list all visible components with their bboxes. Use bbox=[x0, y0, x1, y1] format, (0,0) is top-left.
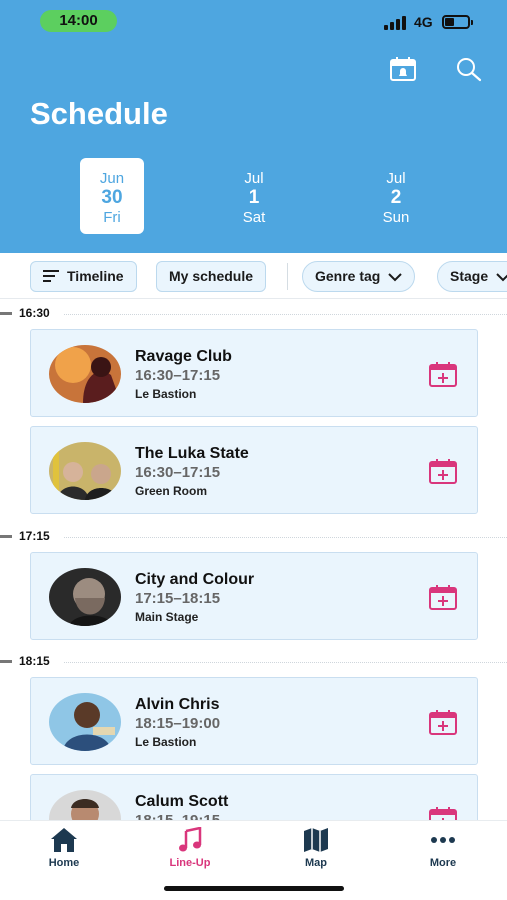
tab-map-label: Map bbox=[305, 857, 327, 869]
map-icon bbox=[302, 827, 330, 853]
act-times: 17:15–18:15 bbox=[135, 590, 221, 607]
act-name: Calum Scott bbox=[135, 793, 229, 810]
act-card[interactable]: Ravage Club 16:30–17:15 Le Bastion bbox=[30, 329, 478, 417]
stage-dropdown[interactable]: Stage bbox=[437, 261, 507, 292]
battery-icon bbox=[442, 15, 473, 29]
music-note-icon bbox=[176, 826, 204, 853]
header: 14:00 4G Schedule Jun 30 Fri Jul 1 Sat J… bbox=[0, 0, 507, 253]
network-label: 4G bbox=[414, 14, 433, 30]
date-month: Jul bbox=[244, 170, 264, 187]
act-photo bbox=[49, 693, 121, 751]
add-to-calendar-icon[interactable] bbox=[429, 361, 457, 387]
date-day: 1 bbox=[248, 187, 260, 208]
date-tab-jul-2[interactable]: Jul 2 Sun bbox=[364, 158, 428, 234]
tab-home[interactable]: Home bbox=[19, 827, 109, 869]
tab-line-up[interactable]: Line-Up bbox=[145, 826, 235, 869]
act-photo bbox=[49, 442, 121, 500]
page-title: Schedule bbox=[30, 96, 168, 131]
date-day: 2 bbox=[390, 187, 402, 208]
date-weekday: Sat bbox=[242, 209, 266, 226]
time-slot-label: 16:30 bbox=[19, 306, 50, 320]
act-name: The Luka State bbox=[135, 445, 249, 462]
filter-divider bbox=[287, 263, 288, 290]
time-slot-header: 16:30 bbox=[0, 304, 507, 324]
home-indicator bbox=[164, 886, 344, 891]
time-slot-header: 18:15 bbox=[0, 652, 507, 672]
add-to-calendar-icon[interactable] bbox=[429, 709, 457, 735]
chevron-down-icon bbox=[496, 263, 507, 292]
calendar-bell-icon[interactable] bbox=[389, 56, 417, 82]
timeline-label: Timeline bbox=[67, 268, 124, 284]
status-bar: 14:00 4G bbox=[0, 0, 507, 44]
stage-label: Stage bbox=[450, 268, 489, 284]
list-icon bbox=[43, 263, 59, 292]
timeline-button[interactable]: Timeline bbox=[30, 261, 137, 292]
tab-more-label: More bbox=[429, 857, 457, 869]
chevron-down-icon bbox=[388, 263, 403, 292]
genre-tag-label: Genre tag bbox=[315, 268, 381, 284]
act-card[interactable]: Alvin Chris 18:15–19:00 Le Bastion bbox=[30, 677, 478, 765]
schedule-list[interactable]: 16:30 Ravage Club 16:30–17:15 Le Bastion… bbox=[0, 300, 507, 820]
date-weekday: Fri bbox=[103, 209, 121, 226]
act-times: 18:15–19:15 bbox=[135, 812, 220, 820]
act-stage: Green Room bbox=[135, 484, 208, 498]
act-name: City and Colour bbox=[135, 571, 255, 588]
date-weekday: Sun bbox=[382, 209, 410, 226]
act-photo bbox=[49, 568, 121, 626]
home-icon bbox=[50, 827, 78, 853]
time-slot-label: 17:15 bbox=[19, 529, 50, 543]
add-to-calendar-icon[interactable] bbox=[429, 806, 457, 820]
date-month: Jul bbox=[386, 170, 406, 187]
time-slot-header: 17:15 bbox=[0, 527, 507, 547]
date-month: Jun bbox=[99, 170, 125, 187]
act-stage: Main Stage bbox=[135, 610, 199, 624]
tab-more[interactable]: More bbox=[398, 827, 488, 869]
act-card[interactable]: Calum Scott 18:15–19:15 bbox=[30, 774, 478, 820]
date-day: 30 bbox=[101, 187, 123, 208]
add-to-calendar-icon[interactable] bbox=[429, 584, 457, 610]
tab-map[interactable]: Map bbox=[271, 827, 361, 869]
signal-icon bbox=[384, 14, 408, 30]
date-tab-jul-1[interactable]: Jul 1 Sat bbox=[222, 158, 286, 234]
tab-line-up-label: Line-Up bbox=[169, 857, 211, 869]
act-photo bbox=[49, 345, 121, 403]
status-time: 14:00 bbox=[40, 10, 117, 32]
act-stage: Le Bastion bbox=[135, 735, 197, 749]
search-icon[interactable] bbox=[455, 56, 483, 82]
act-card[interactable]: The Luka State 16:30–17:15 Green Room bbox=[30, 426, 478, 514]
date-tab-jun-30[interactable]: Jun 30 Fri bbox=[80, 158, 144, 234]
more-dots-icon bbox=[429, 827, 457, 853]
filter-bar: Timeline My schedule Genre tag Stage bbox=[0, 253, 507, 299]
act-photo bbox=[49, 790, 121, 820]
genre-tag-dropdown[interactable]: Genre tag bbox=[302, 261, 416, 292]
add-to-calendar-icon[interactable] bbox=[429, 458, 457, 484]
act-times: 16:30–17:15 bbox=[135, 367, 221, 384]
act-times: 16:30–17:15 bbox=[135, 464, 221, 481]
tab-home-label: Home bbox=[48, 857, 80, 869]
act-name: Alvin Chris bbox=[135, 696, 220, 713]
act-times: 18:15–19:00 bbox=[135, 715, 221, 732]
act-card[interactable]: City and Colour 17:15–18:15 Main Stage bbox=[30, 552, 478, 640]
act-name: Ravage Club bbox=[135, 348, 232, 365]
my-schedule-label: My schedule bbox=[169, 268, 254, 284]
time-slot-label: 18:15 bbox=[19, 654, 50, 668]
act-stage: Le Bastion bbox=[135, 387, 197, 401]
my-schedule-button[interactable]: My schedule bbox=[156, 261, 267, 292]
